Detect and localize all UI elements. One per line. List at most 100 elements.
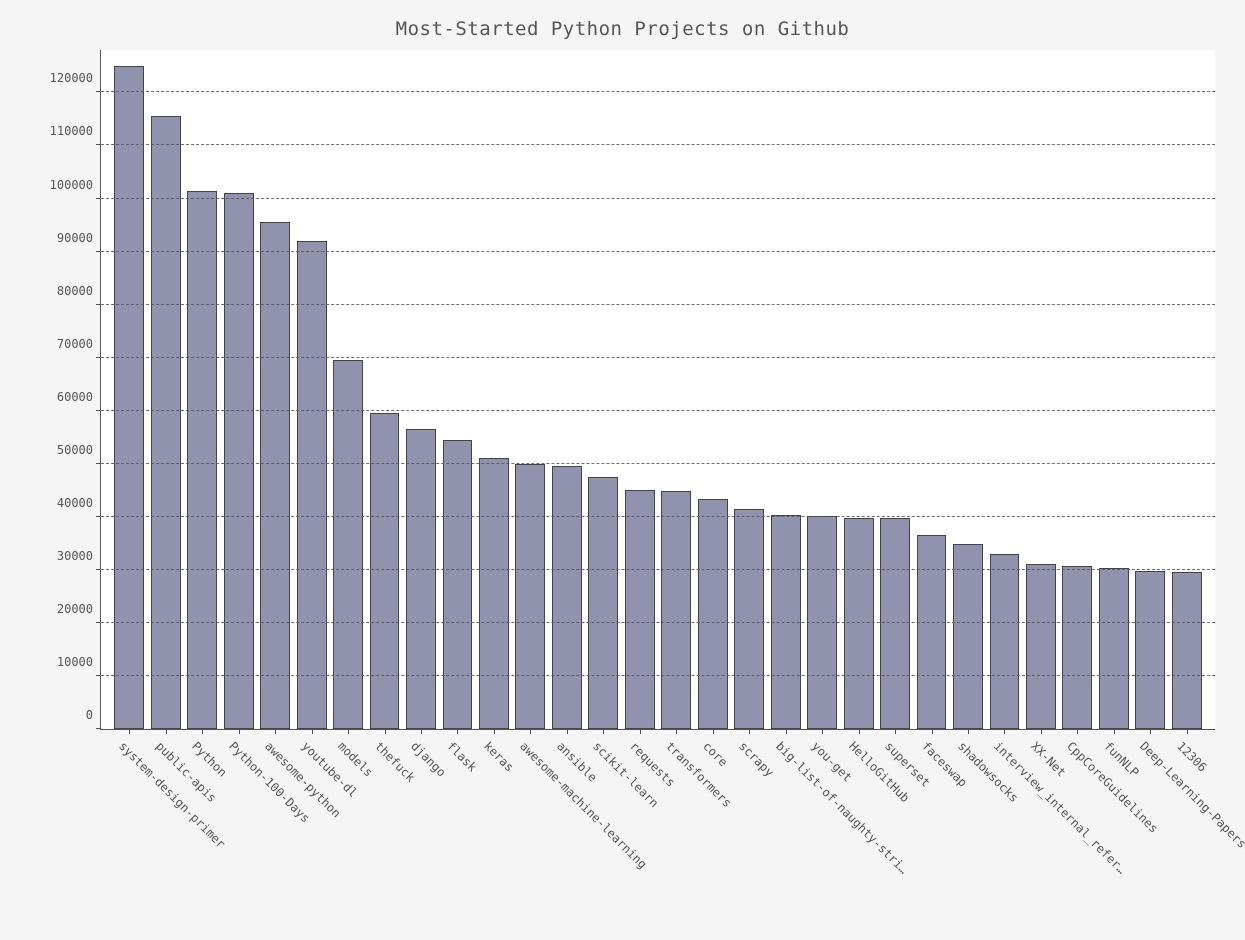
bar[interactable] [1026, 564, 1056, 730]
gridline [101, 569, 1215, 570]
bar[interactable] [1062, 566, 1092, 729]
xtick-label: big-list-of-naughty-stri… [773, 739, 911, 877]
bar[interactable] [370, 413, 400, 729]
xtick-mark [1004, 729, 1005, 734]
ytick-label: 90000 [57, 231, 101, 245]
ytick-mark [96, 728, 101, 729]
xtick-label: scikit-learn [590, 739, 661, 810]
bar[interactable] [515, 464, 545, 729]
xtick-mark [932, 729, 933, 734]
bar[interactable] [406, 429, 436, 729]
xtick-mark [457, 729, 458, 734]
xtick-label: interview_internal_refer… [992, 739, 1130, 877]
bar[interactable] [552, 466, 582, 729]
bar[interactable] [734, 509, 764, 729]
xtick-mark [166, 729, 167, 734]
bar[interactable] [443, 440, 473, 729]
xtick-mark [676, 729, 677, 734]
bar-slot: Python [184, 50, 220, 729]
bar[interactable] [151, 116, 181, 729]
bar-slot: thefuck [366, 50, 402, 729]
ytick-label: 80000 [57, 284, 101, 298]
ytick-mark [96, 410, 101, 411]
bar-slot: shadowsocks [950, 50, 986, 729]
ytick-mark [96, 622, 101, 623]
bar[interactable] [588, 477, 618, 729]
ytick-mark [96, 357, 101, 358]
bar-slot: Deep-Learning-Papers-Rea… [1132, 50, 1168, 729]
xtick-mark [1077, 729, 1078, 734]
xtick-label: transformers [663, 739, 734, 810]
bar[interactable] [1099, 568, 1129, 729]
bar[interactable] [479, 458, 509, 729]
xtick-label: scrapy [736, 739, 777, 780]
ytick-label: 60000 [57, 390, 101, 404]
bar[interactable] [625, 490, 655, 729]
ytick-label: 50000 [57, 443, 101, 457]
bar[interactable] [1172, 572, 1202, 729]
bar-slot: django [403, 50, 439, 729]
xtick-mark [312, 729, 313, 734]
bar[interactable] [1135, 571, 1165, 729]
bar-slot: ansible [549, 50, 585, 729]
xtick-mark [421, 729, 422, 734]
bar[interactable] [224, 193, 254, 729]
ytick-label: 10000 [57, 655, 101, 669]
bar[interactable] [953, 544, 983, 729]
xtick-mark [822, 729, 823, 734]
bar-slot: public-apis [147, 50, 183, 729]
bar[interactable] [844, 518, 874, 729]
bar-slot: scrapy [731, 50, 767, 729]
bar[interactable] [661, 491, 691, 729]
bar-slot: core [695, 50, 731, 729]
gridline [101, 304, 1215, 305]
bar-slot: superset [877, 50, 913, 729]
xtick-mark [640, 729, 641, 734]
gridline [101, 622, 1215, 623]
xtick-mark [202, 729, 203, 734]
ytick-mark [96, 91, 101, 92]
ytick-mark [96, 198, 101, 199]
xtick-mark [239, 729, 240, 734]
bar[interactable] [297, 241, 327, 729]
gridline [101, 410, 1215, 411]
bar-slot: keras [476, 50, 512, 729]
ytick-label: 20000 [57, 602, 101, 616]
bar-slot: models [330, 50, 366, 729]
bar-slot: awesome-python [257, 50, 293, 729]
bar-slot: youtube-dl [293, 50, 329, 729]
bar-slot: interview_internal_refer… [986, 50, 1022, 729]
bar-slot: scikit-learn [585, 50, 621, 729]
chart-container: system-design-primerpublic-apisPythonPyt… [30, 50, 1215, 730]
bar[interactable] [187, 191, 217, 729]
bar[interactable] [333, 360, 363, 729]
xtick-label: flask [445, 739, 480, 774]
bar[interactable] [990, 554, 1020, 729]
ytick-mark [96, 251, 101, 252]
bar[interactable] [260, 222, 290, 729]
plot-area: system-design-primerpublic-apisPythonPyt… [100, 50, 1215, 730]
ytick-label: 0 [86, 708, 101, 722]
xtick-mark [895, 729, 896, 734]
chart-title: Most-Started Python Projects on Github [0, 0, 1245, 50]
ytick-mark [96, 304, 101, 305]
bar[interactable] [880, 518, 910, 729]
bar[interactable] [114, 66, 144, 729]
ytick-label: 120000 [50, 71, 101, 85]
xtick-mark [494, 729, 495, 734]
ytick-mark [96, 463, 101, 464]
gridline [101, 251, 1215, 252]
gridline [101, 675, 1215, 676]
gridline [101, 463, 1215, 464]
bar[interactable] [698, 499, 728, 729]
xtick-mark [1187, 729, 1188, 734]
bar[interactable] [917, 535, 947, 729]
bar-slot: CppCoreGuidelines [1059, 50, 1095, 729]
gridline [101, 144, 1215, 145]
gridline [101, 91, 1215, 92]
bar-slot: awesome-machine-learning [512, 50, 548, 729]
bar-slot: 12306 [1169, 50, 1205, 729]
bar-slot: you-get [804, 50, 840, 729]
bar-slot: Python-100-Days [220, 50, 256, 729]
xtick-label: 12306 [1174, 739, 1209, 774]
